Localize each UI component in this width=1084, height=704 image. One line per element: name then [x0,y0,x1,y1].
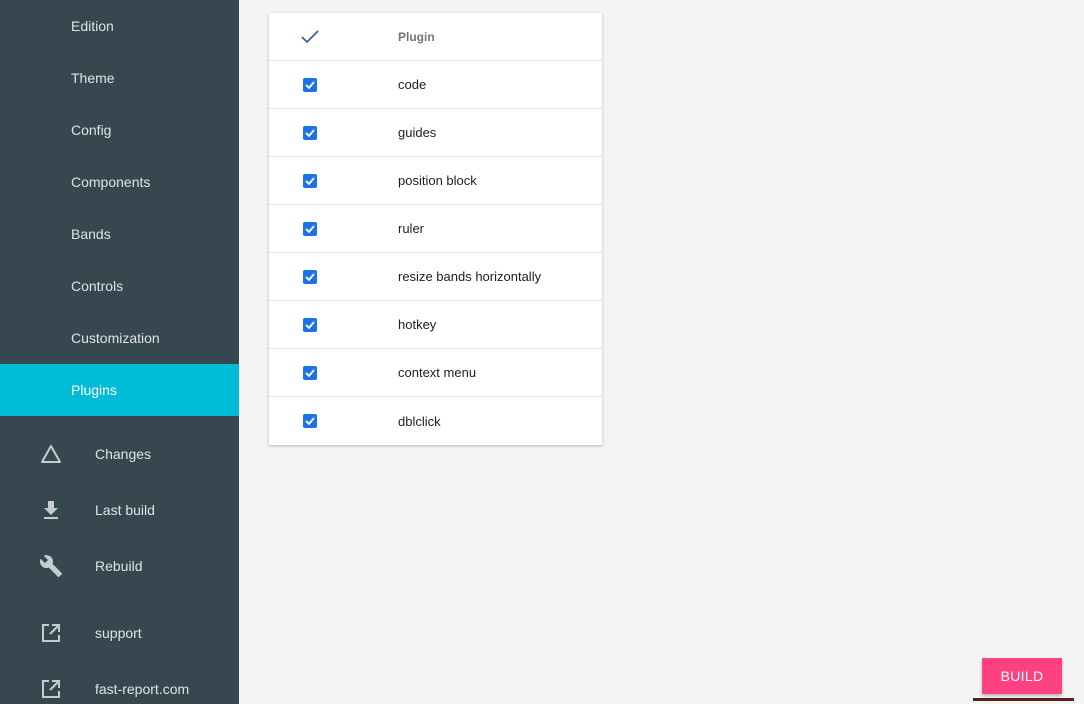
action-label: Changes [95,446,152,462]
nav-item-bands[interactable]: Bands [0,208,239,260]
select-all-toggle[interactable] [300,13,320,60]
horizontal-scrollbar[interactable] [973,698,1074,701]
nav-item-components[interactable]: Components [0,156,239,208]
plugin-checkbox[interactable] [303,173,317,188]
nav-label: Theme [71,70,115,86]
nav-label: Bands [71,226,111,242]
table-row: context menu [269,349,602,397]
table-row: guides [269,109,602,157]
download-icon [39,498,63,522]
changes-action[interactable]: Changes [0,426,239,482]
sidebar: Edition Theme Config Components Bands Co… [0,0,239,704]
plugin-checkbox[interactable] [303,365,317,380]
open-in-new-icon [39,621,63,645]
plugin-name: context menu [398,365,477,380]
action-label: Last build [95,502,155,518]
check-icon [305,80,315,89]
nav-item-plugins[interactable]: Plugins [0,364,239,416]
support-link[interactable]: support [0,605,239,661]
plugins-table: Plugin code guides position block ruler … [269,13,602,445]
plugin-name: ruler [398,221,425,236]
plugin-checkbox[interactable] [303,317,317,332]
link-label: fast-report.com [95,681,190,697]
plugin-checkbox[interactable] [303,125,317,140]
nav-label: Config [71,122,112,138]
plugin-name: dblclick [398,413,441,429]
action-label: Rebuild [95,558,143,574]
last-build-action[interactable]: Last build [0,482,239,538]
nav-label: Customization [71,330,160,346]
table-header-row: Plugin [269,13,602,61]
table-row: code [269,61,602,109]
check-icon [305,417,315,425]
nav-item-customization[interactable]: Customization [0,312,239,364]
plugin-checkbox[interactable] [303,77,317,92]
check-icon [305,368,315,377]
checkmark-icon [301,29,319,43]
check-icon [305,176,315,185]
check-icon [305,320,315,329]
plugin-checkbox[interactable] [303,269,317,284]
link-label: support [95,625,142,641]
table-row: hotkey [269,301,602,349]
build-button[interactable]: BUILD [982,658,1062,694]
plugin-name: code [398,77,427,92]
wrench-icon [39,554,63,578]
rebuild-action[interactable]: Rebuild [0,538,239,594]
table-row: resize bands horizontally [269,253,602,301]
plugin-name: position block [398,173,477,188]
plugin-checkbox[interactable] [303,414,317,428]
nav-label: Controls [71,278,124,294]
nav-label: Plugins [71,382,117,398]
table-row: position block [269,157,602,205]
nav-label: Edition [71,18,114,34]
check-icon [305,272,315,281]
open-in-new-icon [39,677,63,701]
triangle-icon [39,442,63,466]
plugin-name: hotkey [398,317,437,332]
nav-item-config[interactable]: Config [0,104,239,156]
plugin-name: guides [398,125,437,140]
plugin-checkbox[interactable] [303,221,317,236]
plugin-name: resize bands horizontally [398,269,542,284]
fast-report-link[interactable]: fast-report.com [0,661,239,704]
check-icon [305,128,315,137]
table-row: dblclick [269,397,602,445]
check-icon [305,224,315,233]
nav-label: Components [71,174,151,190]
nav-item-theme[interactable]: Theme [0,52,239,104]
column-header-plugin: Plugin [398,29,435,44]
table-row: ruler [269,205,602,253]
nav-item-controls[interactable]: Controls [0,260,239,312]
nav-item-edition[interactable]: Edition [0,0,239,52]
